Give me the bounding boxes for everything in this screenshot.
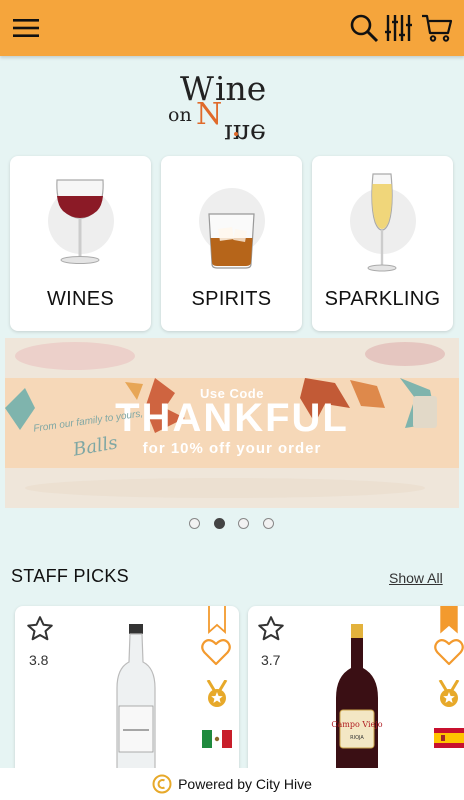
heart-favorite-icon[interactable] — [434, 638, 464, 671]
whiskey-glass-icon — [208, 213, 255, 269]
powered-by-footer: Powered by City Hive — [0, 768, 464, 800]
hamburger-menu-icon[interactable] — [12, 12, 40, 44]
product-rating: 3.8 — [29, 652, 49, 668]
mexico-flag-icon — [202, 730, 232, 753]
category-wines[interactable]: WINES — [10, 156, 151, 331]
show-all-link[interactable]: Show All — [389, 570, 443, 586]
filter-sliders-icon[interactable] — [383, 12, 413, 44]
svg-text:Campo Viejo: Campo Viejo — [331, 720, 382, 729]
carousel-dot-3[interactable] — [238, 518, 249, 529]
product-rating: 3.7 — [261, 652, 281, 668]
product-card[interactable]: 3.8 — [15, 606, 239, 776]
svg-text:on: on — [168, 104, 192, 126]
carousel-dot-4[interactable] — [263, 518, 274, 529]
section-title: STAFF PICKS — [11, 566, 129, 586]
svg-text:N: N — [196, 97, 222, 132]
category-label: SPARKLING — [324, 288, 441, 310]
footer-text: Powered by City Hive — [178, 776, 312, 792]
carousel-dot-2[interactable] — [214, 518, 225, 529]
category-label: SPIRITS — [191, 288, 272, 310]
category-label: WINES — [46, 288, 115, 310]
spain-flag-icon — [434, 728, 464, 753]
svg-text:ine: ine — [224, 118, 266, 140]
svg-text:ine: ine — [215, 69, 266, 108]
carousel-dot-1[interactable] — [189, 518, 200, 529]
champagne-flute-icon — [367, 173, 397, 272]
product-card[interactable]: Campo Viejo RIOJA 3.7 — [248, 605, 464, 776]
svg-text:RIOJA: RIOJA — [350, 735, 364, 741]
promo-banner-carousel[interactable]: Use Code THANKFUL for 10% off your order… — [5, 338, 459, 508]
heart-favorite-icon[interactable] — [201, 638, 231, 671]
shopping-cart-icon[interactable] — [420, 12, 454, 44]
category-spirits[interactable]: SPIRITS — [161, 156, 302, 331]
red-wine-glass-icon — [56, 179, 104, 264]
store-logo: W ine on N ine — [160, 66, 304, 149]
medal-award-icon — [436, 679, 462, 715]
bookmark-filled-icon[interactable] — [440, 605, 458, 639]
city-hive-logo-icon — [152, 774, 172, 794]
medal-award-icon — [204, 679, 230, 715]
top-app-bar — [0, 0, 464, 56]
category-sparkling[interactable]: SPARKLING — [312, 156, 453, 331]
category-tiles: WINES SPIRITS SPARKLING — [10, 156, 454, 332]
bookmark-icon[interactable] — [208, 606, 226, 639]
search-icon[interactable] — [348, 12, 380, 44]
star-rating-icon[interactable] — [256, 614, 286, 649]
star-rating-icon[interactable] — [25, 614, 55, 649]
carousel-indicator — [186, 518, 280, 532]
